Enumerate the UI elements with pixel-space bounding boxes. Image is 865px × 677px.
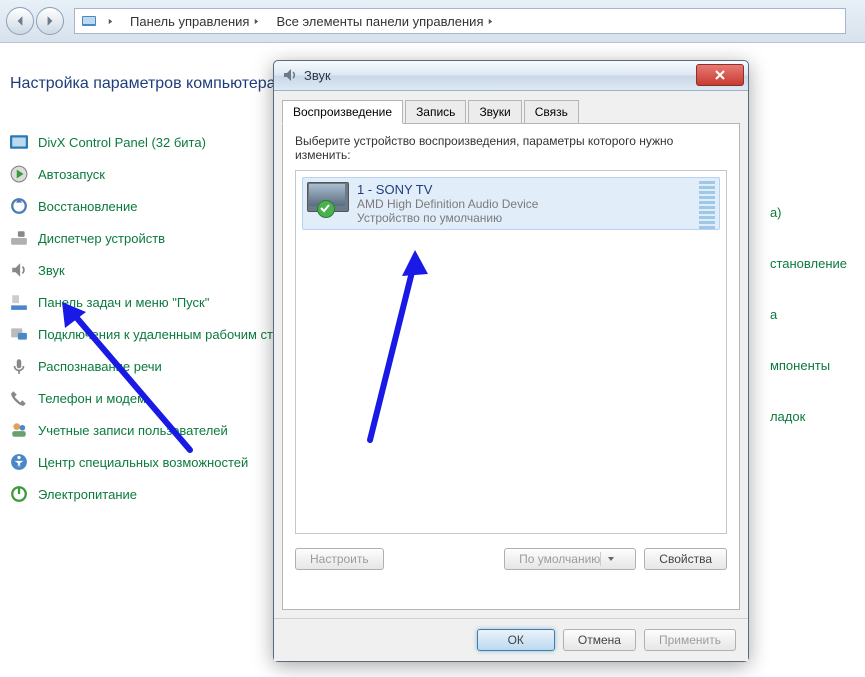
tab-playback[interactable]: Воспроизведение [282, 100, 403, 124]
close-icon [715, 70, 725, 80]
device-manager-icon [10, 229, 28, 247]
breadcrumb-segment[interactable]: Все элементы панели управления [270, 9, 504, 33]
tab-body: Выберите устройство воспроизведения, пар… [282, 123, 740, 611]
sound-icon [282, 67, 298, 83]
speech-icon [10, 357, 28, 375]
forward-button[interactable] [36, 7, 64, 35]
nav-buttons [6, 7, 66, 35]
cp-right-column-fragments: а) становление а мпоненты ладок [770, 205, 847, 460]
ok-button[interactable]: ОК [477, 629, 555, 651]
set-default-button[interactable]: По умолчанию [504, 548, 636, 570]
fragment: а) [770, 205, 847, 220]
device-status: Устройство по умолчанию [357, 211, 538, 225]
properties-button[interactable]: Свойства [644, 548, 727, 570]
cancel-button[interactable]: Отмена [563, 629, 636, 651]
cp-item-label: Диспетчер устройств [38, 231, 165, 246]
cp-item-label: Восстановление [38, 199, 137, 214]
tabs: Воспроизведение Запись Звуки Связь [282, 99, 748, 123]
cp-item-label: Центр специальных возможностей [38, 455, 248, 470]
explorer-topbar: Панель управления Все элементы панели уп… [0, 0, 865, 43]
accessibility-icon [10, 453, 28, 471]
address-bar[interactable]: Панель управления Все элементы панели уп… [74, 8, 846, 34]
breadcrumb-label: Панель управления [130, 14, 249, 29]
fragment: становление [770, 256, 847, 271]
device-list[interactable]: 1 - SONY TV AMD High Definition Audio De… [295, 170, 727, 534]
phone-icon [10, 389, 28, 407]
dialog-footer: ОК Отмена Применить [274, 618, 748, 661]
remote-icon [10, 325, 28, 343]
device-info: 1 - SONY TV AMD High Definition Audio De… [357, 182, 538, 225]
users-icon [10, 421, 28, 439]
default-check-icon [317, 200, 335, 218]
button-label: По умолчанию [519, 552, 600, 566]
device-subtitle: AMD High Definition Audio Device [357, 197, 538, 211]
back-button[interactable] [6, 7, 34, 35]
fragment: мпоненты [770, 358, 847, 373]
taskbar-icon [10, 293, 28, 311]
breadcrumb-root[interactable] [75, 9, 124, 33]
power-icon [10, 485, 28, 503]
tv-icon [307, 182, 347, 214]
cp-item-label: Телефон и модем [38, 391, 146, 406]
configure-button[interactable]: Настроить [295, 548, 384, 570]
cp-item-label: Распознавание речи [38, 359, 162, 374]
cp-item-label: Автозапуск [38, 167, 105, 182]
fragment: а [770, 307, 847, 322]
dialog-titlebar[interactable]: Звук [274, 61, 748, 91]
breadcrumb-segment[interactable]: Панель управления [124, 9, 270, 33]
apply-button[interactable]: Применить [644, 629, 736, 651]
breadcrumb-label: Все элементы панели управления [276, 14, 483, 29]
sound-dialog: Звук Воспроизведение Запись Звуки Связь … [273, 60, 749, 662]
dropdown-arrow-icon[interactable] [600, 552, 621, 566]
tab-description: Выберите устройство воспроизведения, пар… [295, 134, 727, 162]
cp-item-label: Подключения к удаленным рабочим столам [38, 327, 304, 342]
tab-sounds[interactable]: Звуки [468, 100, 521, 124]
device-name: 1 - SONY TV [357, 182, 538, 197]
cp-item-label: Звук [38, 263, 65, 278]
tab-recording[interactable]: Запись [405, 100, 466, 124]
cp-item-label: Панель задач и меню "Пуск" [38, 295, 209, 310]
fragment: ладок [770, 409, 847, 424]
sound-icon [10, 261, 28, 279]
device-actions: Настроить По умолчанию Свойства [295, 548, 727, 570]
control-panel-icon [81, 13, 97, 29]
device-item[interactable]: 1 - SONY TV AMD High Definition Audio De… [302, 177, 720, 230]
recovery-icon [10, 197, 28, 215]
dialog-title: Звук [304, 68, 696, 83]
cp-item-label: DivX Control Panel (32 бита) [38, 135, 206, 150]
divx-icon [10, 133, 28, 151]
autoplay-icon [10, 165, 28, 183]
cp-item-label: Учетные записи пользователей [38, 423, 228, 438]
cp-item-label: Электропитание [38, 487, 137, 502]
level-meter-icon [699, 180, 715, 230]
tab-communications[interactable]: Связь [524, 100, 579, 124]
close-button[interactable] [696, 64, 744, 86]
